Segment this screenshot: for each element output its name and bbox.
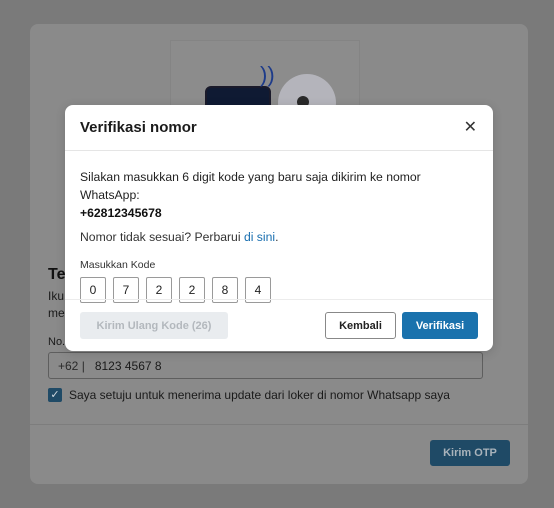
checkbox-checked-icon[interactable]: ✓ bbox=[48, 388, 62, 402]
page-subtext-line-2: me bbox=[48, 306, 65, 320]
dialog-header: Verifikasi nomor ✕ bbox=[65, 105, 493, 151]
code-input-label: Masukkan Kode bbox=[80, 259, 156, 271]
back-button[interactable]: Kembali bbox=[325, 312, 396, 339]
resend-code-button[interactable]: Kirim Ulang Kode (26) bbox=[80, 312, 228, 339]
mismatch-prompt: Nomor tidak sesuai? Perbarui bbox=[80, 230, 241, 244]
phone-number-value: 8123 4567 8 bbox=[94, 358, 162, 373]
consent-checkbox-row[interactable]: ✓ Saya setuju untuk menerima update dari… bbox=[48, 388, 450, 402]
update-number-link[interactable]: di sini bbox=[244, 230, 275, 244]
dialog-footer-divider bbox=[65, 299, 493, 300]
dialog-title: Verifikasi nomor bbox=[80, 119, 197, 136]
close-icon[interactable]: ✕ bbox=[464, 119, 477, 136]
send-otp-button[interactable]: Kirim OTP bbox=[430, 440, 510, 466]
instruction-text: Silakan masukkan 6 digit kode yang baru … bbox=[80, 170, 421, 202]
phone-field-label: No. bbox=[48, 336, 66, 348]
divider bbox=[30, 424, 528, 425]
page-subtext-line-1: Iku bbox=[48, 289, 65, 303]
page-heading: Te bbox=[48, 266, 66, 283]
wifi-signal-icon: )) bbox=[260, 62, 275, 87]
target-phone-number: +62812345678 bbox=[80, 206, 162, 220]
mismatch-period: . bbox=[275, 230, 279, 244]
verify-number-dialog: Verifikasi nomor ✕ Silakan masukkan 6 di… bbox=[65, 105, 493, 351]
consent-checkbox-label: Saya setuju untuk menerima update dari l… bbox=[69, 388, 450, 402]
verify-button[interactable]: Verifikasi bbox=[402, 312, 478, 339]
dialog-body: Silakan masukkan 6 digit kode yang baru … bbox=[65, 151, 493, 303]
phone-number-input[interactable]: +62 | 8123 4567 8 bbox=[48, 352, 483, 379]
number-mismatch-text: Nomor tidak sesuai? Perbarui di sini. bbox=[80, 230, 478, 244]
country-code-prefix: +62 | bbox=[58, 358, 85, 373]
